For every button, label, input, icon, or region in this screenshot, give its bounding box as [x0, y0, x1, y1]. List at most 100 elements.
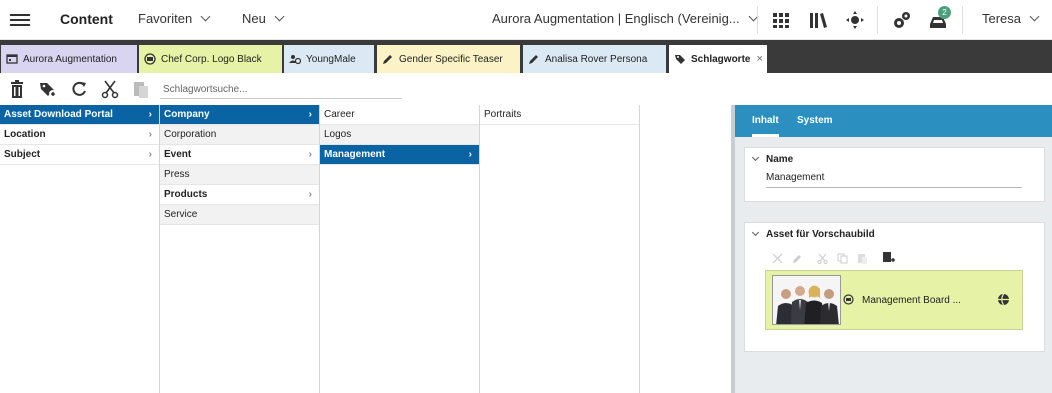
tag-search-input[interactable]: [160, 81, 402, 99]
edit-icon: [793, 255, 801, 263]
linked-asset-item[interactable]: Management Board ...: [765, 270, 1023, 330]
chevron-down-icon: [200, 11, 211, 22]
workflow-gears-icon[interactable]: [892, 10, 912, 30]
notification-badge: 2: [938, 6, 951, 19]
tab-label: YoungMale: [306, 53, 356, 65]
language-globe-icon[interactable]: [997, 293, 1010, 306]
tab-label: Aurora Augmentation: [23, 53, 117, 65]
site-label: Aurora Augmentation | Englisch (Vereinig…: [492, 11, 740, 26]
tag-column-4: Portraits: [480, 105, 640, 393]
picture-icon: [843, 294, 854, 305]
tag-item-logos[interactable]: Logos: [320, 125, 479, 145]
collapse-icon[interactable]: [751, 228, 760, 237]
favorites-menu[interactable]: Favoriten: [138, 11, 211, 26]
tag-label: Logos: [324, 129, 352, 140]
name-field[interactable]: Management: [766, 171, 1022, 188]
menu-icon[interactable]: [10, 11, 30, 29]
divider: [962, 6, 963, 34]
group-photo-image: [773, 276, 840, 324]
tag-column-3: Career Logos Management ›: [320, 105, 480, 393]
detail-tab-bar: Inhalt System: [735, 105, 1052, 137]
tab-system[interactable]: System: [797, 105, 833, 137]
chevron-right-icon: ›: [308, 189, 312, 200]
tag-label: Career: [324, 109, 355, 120]
tag-label: Management: [324, 149, 386, 160]
tag-item-asset-download-portal[interactable]: Asset Download Portal ›: [0, 105, 159, 125]
tag-label: Asset Download Portal: [4, 109, 113, 120]
pencil-icon: [383, 55, 392, 64]
tag-detail-panel: Inhalt System Name Management Asset für …: [735, 105, 1052, 393]
chevron-right-icon: ›: [468, 149, 472, 160]
tab-chef-corp-logo[interactable]: Chef Corp. Logo Black: [139, 45, 282, 73]
tab-schlagworte[interactable]: Schlagworte ×: [669, 45, 767, 73]
tab-analisa-rover-persona[interactable]: Analisa Rover Persona: [523, 45, 666, 73]
tags-icon: [675, 55, 685, 64]
tag-item-portraits[interactable]: Portraits: [480, 105, 639, 125]
divider: [877, 6, 878, 34]
tag-item-corporation[interactable]: Corporation: [160, 125, 319, 145]
site-icon: [6, 54, 18, 64]
taxonomy-toolbar: [0, 73, 1052, 105]
name-section-title: Name: [766, 154, 794, 165]
add-from-library-icon[interactable]: [882, 251, 895, 264]
tag-item-event[interactable]: Event ›: [160, 145, 319, 165]
apps-grid-icon[interactable]: [771, 10, 791, 30]
name-section: Name Management: [744, 147, 1045, 202]
cut-icon[interactable]: [101, 79, 119, 99]
tag-label: Products: [164, 189, 208, 200]
user-menu[interactable]: Teresa: [982, 11, 1040, 26]
tag-item-subject[interactable]: Subject ›: [0, 145, 159, 165]
chevron-down-icon: [1029, 11, 1040, 22]
tag-column-browser: Asset Download Portal › Location › Subject…: [0, 105, 731, 393]
asset-label: Management Board ...: [862, 295, 961, 306]
tag-item-press[interactable]: Press: [160, 165, 319, 185]
cut-icon: [817, 253, 828, 264]
tag-column-2: Company › Corporation Event › Press Produc…: [160, 105, 320, 393]
chevron-right-icon: ›: [148, 109, 152, 120]
library-icon[interactable]: [808, 10, 828, 30]
trash-icon[interactable]: [8, 79, 26, 99]
user-name: Teresa: [982, 11, 1022, 26]
tag-label: Event: [164, 149, 192, 160]
tab-gender-specific-teaser[interactable]: Gender Specific Teaser: [377, 45, 520, 73]
add-tag-icon[interactable]: [39, 79, 57, 99]
tag-item-service[interactable]: Service: [160, 205, 319, 225]
tag-column-5: [640, 105, 731, 393]
document-tab-bar: Aurora Augmentation Chef Corp. Logo Blac…: [0, 40, 1052, 73]
remove-icon: [772, 253, 783, 264]
persona-icon: [289, 55, 301, 65]
tag-item-location[interactable]: Location ›: [0, 125, 159, 145]
collapse-icon[interactable]: [751, 153, 760, 162]
tag-label: Service: [164, 209, 198, 220]
tab-inhalt[interactable]: Inhalt: [752, 105, 779, 137]
new-menu[interactable]: Neu: [242, 11, 285, 26]
tab-label: Schlagworte: [691, 53, 751, 65]
site-selector[interactable]: Aurora Augmentation | Englisch (Vereinig…: [492, 11, 759, 26]
top-bar: Content Favoriten Neu Aurora Augmentatio…: [0, 0, 1052, 40]
tag-label: Press: [164, 169, 190, 180]
favorites-label: Favoriten: [138, 11, 193, 26]
tag-column-1: Asset Download Portal › Location › Subject…: [0, 105, 160, 393]
pencil-icon: [529, 55, 538, 64]
chevron-right-icon: ›: [148, 129, 152, 140]
tag-label: Portraits: [484, 109, 522, 120]
tag-label: Location: [4, 129, 46, 140]
tab-youngmale[interactable]: YoungMale: [284, 45, 374, 73]
new-label: Neu: [242, 11, 266, 26]
preview-target-icon[interactable]: [845, 10, 865, 30]
chevron-right-icon: ›: [148, 149, 152, 160]
tag-label: Company: [164, 109, 210, 120]
paste-icon: [858, 254, 867, 264]
tab-aurora-augmentation[interactable]: Aurora Augmentation: [1, 45, 137, 73]
tag-item-products[interactable]: Products ›: [160, 185, 319, 205]
tab-label: Gender Specific Teaser: [399, 53, 503, 65]
asset-thumbnail: [772, 275, 841, 325]
close-tab-icon[interactable]: ×: [756, 53, 762, 65]
app-title: Content: [60, 11, 113, 27]
tag-item-career[interactable]: Career: [320, 105, 479, 125]
picture-icon: [144, 53, 156, 65]
reload-icon[interactable]: [70, 79, 88, 99]
chevron-down-icon: [274, 11, 285, 22]
tag-item-company[interactable]: Company ›: [160, 105, 319, 125]
tag-item-management[interactable]: Management ›: [320, 145, 479, 165]
